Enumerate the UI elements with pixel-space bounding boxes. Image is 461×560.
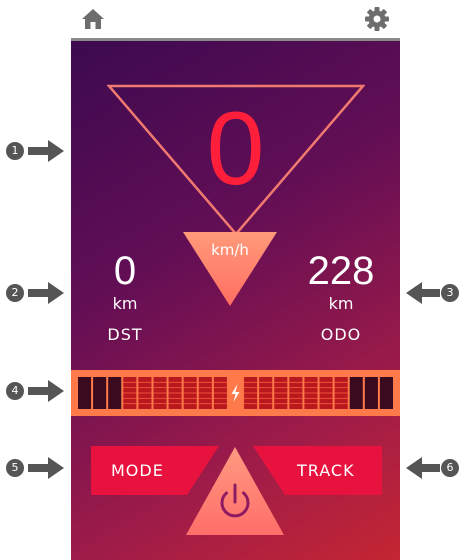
callout-1: 1 bbox=[4, 138, 72, 164]
battery-segment bbox=[93, 377, 107, 409]
callout-6-number: 6 bbox=[441, 459, 459, 477]
track-button-label: TRACK bbox=[297, 461, 355, 480]
odometer-value: 228 bbox=[307, 249, 375, 293]
odometer-label: ODO bbox=[320, 325, 362, 344]
distance-value: 0 bbox=[113, 249, 137, 293]
odometer-unit: km bbox=[328, 294, 354, 313]
top-bar bbox=[0, 0, 461, 38]
callout-2-number: 2 bbox=[6, 284, 24, 302]
battery-segment bbox=[289, 377, 303, 409]
battery-segment bbox=[244, 377, 258, 409]
battery-segment bbox=[334, 377, 348, 409]
speed-unit: km/h bbox=[211, 241, 249, 259]
distance-label: DST bbox=[107, 325, 143, 344]
callout-3-number: 3 bbox=[441, 284, 459, 302]
distance-unit: km bbox=[112, 294, 138, 313]
battery-segment bbox=[138, 377, 152, 409]
battery-segment bbox=[319, 377, 333, 409]
battery-segment bbox=[379, 377, 393, 409]
callout-3: 3 bbox=[404, 280, 461, 306]
callout-5-number: 5 bbox=[6, 459, 24, 477]
mode-button-label: MODE bbox=[111, 461, 164, 480]
callout-4-number: 4 bbox=[6, 382, 24, 400]
battery-segment bbox=[349, 377, 363, 409]
battery-segment bbox=[274, 377, 288, 409]
power-button[interactable] bbox=[184, 445, 286, 537]
battery-segment bbox=[108, 377, 122, 409]
battery-segment bbox=[198, 377, 212, 409]
battery-segment bbox=[364, 377, 378, 409]
callout-1-number: 1 bbox=[6, 142, 24, 160]
gear-icon[interactable] bbox=[364, 6, 390, 32]
battery-segment bbox=[168, 377, 182, 409]
battery-segment bbox=[78, 377, 92, 409]
battery-segment bbox=[183, 377, 197, 409]
callout-2: 2 bbox=[4, 280, 72, 306]
battery-segment bbox=[259, 377, 273, 409]
speed-value: 0 bbox=[206, 91, 265, 207]
callout-5: 5 bbox=[4, 455, 72, 481]
callout-6: 6 bbox=[404, 455, 461, 481]
odometer-readout: 228 km ODO bbox=[299, 250, 383, 344]
battery-segment bbox=[213, 377, 227, 409]
callout-4: 4 bbox=[4, 378, 72, 404]
dashboard-panel: 0 km/h 0 km DST 228 km ODO MODE TRACK bbox=[71, 38, 400, 560]
battery-segment bbox=[304, 377, 318, 409]
battery-segment bbox=[123, 377, 137, 409]
battery-segment bbox=[153, 377, 167, 409]
distance-readout: 0 km DST bbox=[85, 250, 165, 344]
home-icon[interactable] bbox=[80, 6, 106, 32]
battery-bar bbox=[71, 370, 400, 416]
